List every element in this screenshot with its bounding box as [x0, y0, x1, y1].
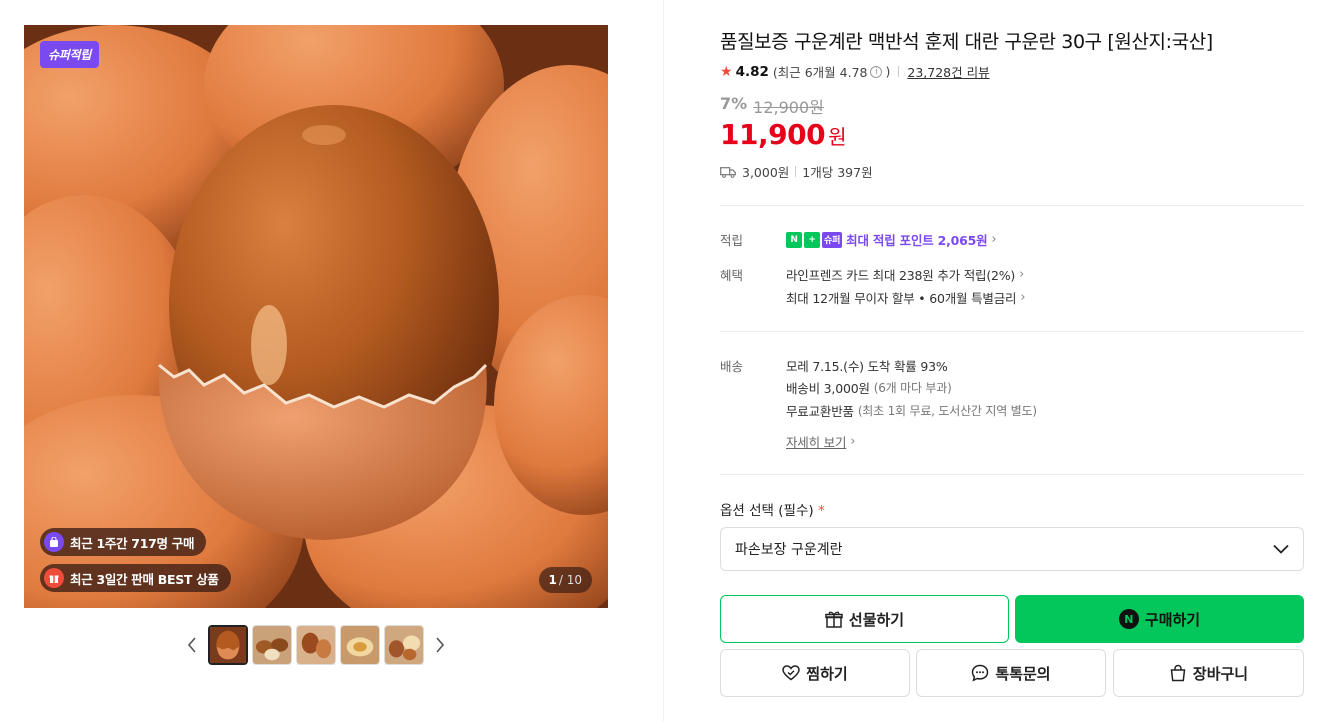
- points-badges: N + 슈퍼: [786, 231, 843, 248]
- delivery-fee-row: 배송비 3,000원 (6개 마다 부과): [786, 378, 952, 397]
- pager-total: / 10: [558, 573, 582, 587]
- best-seller-pill: 최근 3일간 판매 BEST 상품: [40, 564, 231, 592]
- best-seller-text: 최근 3일간 판매 BEST 상품: [70, 571, 219, 587]
- shopping-bag-icon: [1170, 664, 1186, 682]
- delivery-fee: 배송비 3,000원: [786, 381, 870, 396]
- points-value: 2,065원: [937, 233, 988, 248]
- thumbnail-5[interactable]: [384, 625, 424, 665]
- divider: [720, 474, 1304, 475]
- original-price: 12,900원: [753, 98, 824, 117]
- image-pager: 1 / 10: [538, 567, 592, 593]
- star-icon: ★: [720, 63, 733, 80]
- thumbnail-3[interactable]: [296, 625, 336, 665]
- benefit-card-row[interactable]: 라인프렌즈 카드 최대 238원 추가 적립(2%) ›: [786, 265, 1024, 284]
- delivery-label: 배송: [720, 359, 744, 374]
- thumbnail-next-button[interactable]: [428, 625, 452, 665]
- option-label-text: 옵션 선택 (필수): [720, 503, 814, 519]
- divider: [720, 331, 1304, 332]
- talktalk-button-label: 톡톡문의: [995, 664, 1051, 683]
- gift-icon: [44, 568, 64, 588]
- chevron-right-icon: ›: [991, 232, 997, 247]
- pager-current: 1: [548, 573, 557, 587]
- rating-score: 4.82: [735, 63, 769, 80]
- recent-buyers-pill: 최근 1주간 717명 구매: [40, 528, 207, 556]
- benefit-installment-text: 최대 12개월 무이자 할부 • 60개월 특별금리: [786, 291, 1017, 306]
- thumbnail-1[interactable]: [208, 625, 248, 665]
- gift-button[interactable]: 선물하기: [720, 595, 1009, 643]
- naver-pay-icon: N: [1118, 609, 1139, 629]
- delivery-more-link[interactable]: 자세히 보기: [786, 432, 846, 451]
- chevron-right-icon: [436, 637, 445, 653]
- gift-icon: [825, 611, 843, 628]
- truck-icon: [720, 166, 736, 178]
- unit-price: 1개당 397원: [802, 165, 873, 180]
- chevron-right-icon: ›: [850, 434, 856, 449]
- required-mark: *: [817, 503, 825, 519]
- rating-close: ): [885, 64, 891, 79]
- cart-button[interactable]: 장바구니: [1113, 649, 1304, 697]
- shopping-bag-icon: [44, 532, 64, 552]
- sale-price: 11,900: [720, 118, 826, 151]
- talktalk-button[interactable]: 톡톡문의: [916, 649, 1106, 697]
- thumbnail-4[interactable]: [340, 625, 380, 665]
- super-point-badge: 슈퍼적립: [40, 41, 99, 68]
- plus-badge: +: [804, 231, 820, 248]
- panel-divider: [663, 0, 664, 721]
- benefit-label: 혜택: [720, 268, 744, 283]
- cart-button-label: 장바구니: [1192, 664, 1249, 683]
- benefit-card-text: 라인프렌즈 카드 최대 238원 추가 적립(2%): [786, 268, 1016, 283]
- separator: [795, 166, 797, 177]
- option-selected-value: 파손보장 구운계란: [735, 542, 843, 558]
- rating-recent: (최근 6개월 4.78: [772, 65, 868, 80]
- benefit-installment-row[interactable]: 최대 12개월 무이자 할부 • 60개월 특별금리 ›: [786, 288, 1026, 307]
- delivery-return-row: 무료교환반품 (최초 1회 무료, 도서산간 지역 별도): [786, 401, 1037, 420]
- gift-button-label: 선물하기: [848, 610, 905, 629]
- discount-row: 7% 12,900원: [720, 94, 824, 118]
- delivery-more-row[interactable]: 자세히 보기 ›: [786, 432, 855, 451]
- chevron-right-icon: ›: [1020, 290, 1026, 305]
- points-text: 최대 적립 포인트: [846, 233, 934, 248]
- thumbnail-prev-button[interactable]: [180, 625, 204, 665]
- thumbnail-strip: [180, 625, 452, 665]
- option-select[interactable]: 파손보장 구운계란: [720, 527, 1304, 571]
- product-main-image[interactable]: 슈퍼적립 최근 1주간 717명 구매 최근 3일간 판매 BEST 상품 1 …: [24, 25, 608, 608]
- delivery-arrival: 모레 7.15.(수) 도착 확률 93%: [786, 359, 948, 374]
- option-label: 옵션 선택 (필수) *: [720, 499, 825, 519]
- rating-row: ★ 4.82 (최근 6개월 4.78 i ) 23,728건 리뷰: [720, 62, 990, 81]
- shipping-row: 3,000원 1개당 397원: [720, 162, 873, 181]
- info-icon[interactable]: i: [870, 65, 883, 78]
- super-badge: 슈퍼: [822, 231, 843, 248]
- product-title: 품질보증 구운계란 맥반석 훈제 대란 구운란 30구 [원산지:국산]: [720, 31, 1213, 53]
- divider: [720, 205, 1304, 206]
- chat-bubble-icon: [972, 664, 989, 682]
- heart-icon: [782, 665, 801, 681]
- chevron-left-icon: [187, 637, 196, 653]
- wishlist-button[interactable]: 찜하기: [720, 649, 910, 697]
- free-return-note: (최초 1회 무료, 도서산간 지역 별도): [857, 404, 1037, 418]
- separator: [898, 66, 900, 77]
- discount-rate: 7%: [720, 94, 748, 113]
- price-row: 11,900 원: [720, 118, 846, 151]
- points-label: 적립: [720, 233, 744, 248]
- thumbnail-2[interactable]: [252, 625, 292, 665]
- naver-n-badge: N: [786, 231, 802, 248]
- buy-button[interactable]: N 구매하기: [1015, 595, 1304, 643]
- free-return: 무료교환반품: [786, 404, 854, 419]
- price-unit: 원: [828, 125, 847, 149]
- points-row[interactable]: N + 슈퍼 최대 적립 포인트 2,065원 ›: [786, 230, 997, 249]
- buy-button-label: 구매하기: [1144, 610, 1201, 629]
- wishlist-button-label: 찜하기: [806, 664, 848, 683]
- chevron-down-icon: [1273, 544, 1289, 554]
- egg-photo: [24, 25, 608, 608]
- chevron-right-icon: ›: [1019, 267, 1025, 282]
- delivery-fee-note: (6개 마다 부과): [873, 381, 952, 395]
- review-count-link[interactable]: 23,728건 리뷰: [907, 62, 989, 81]
- recent-buyers-text: 최근 1주간 717명 구매: [70, 535, 195, 551]
- shipping-fee: 3,000원: [742, 165, 790, 180]
